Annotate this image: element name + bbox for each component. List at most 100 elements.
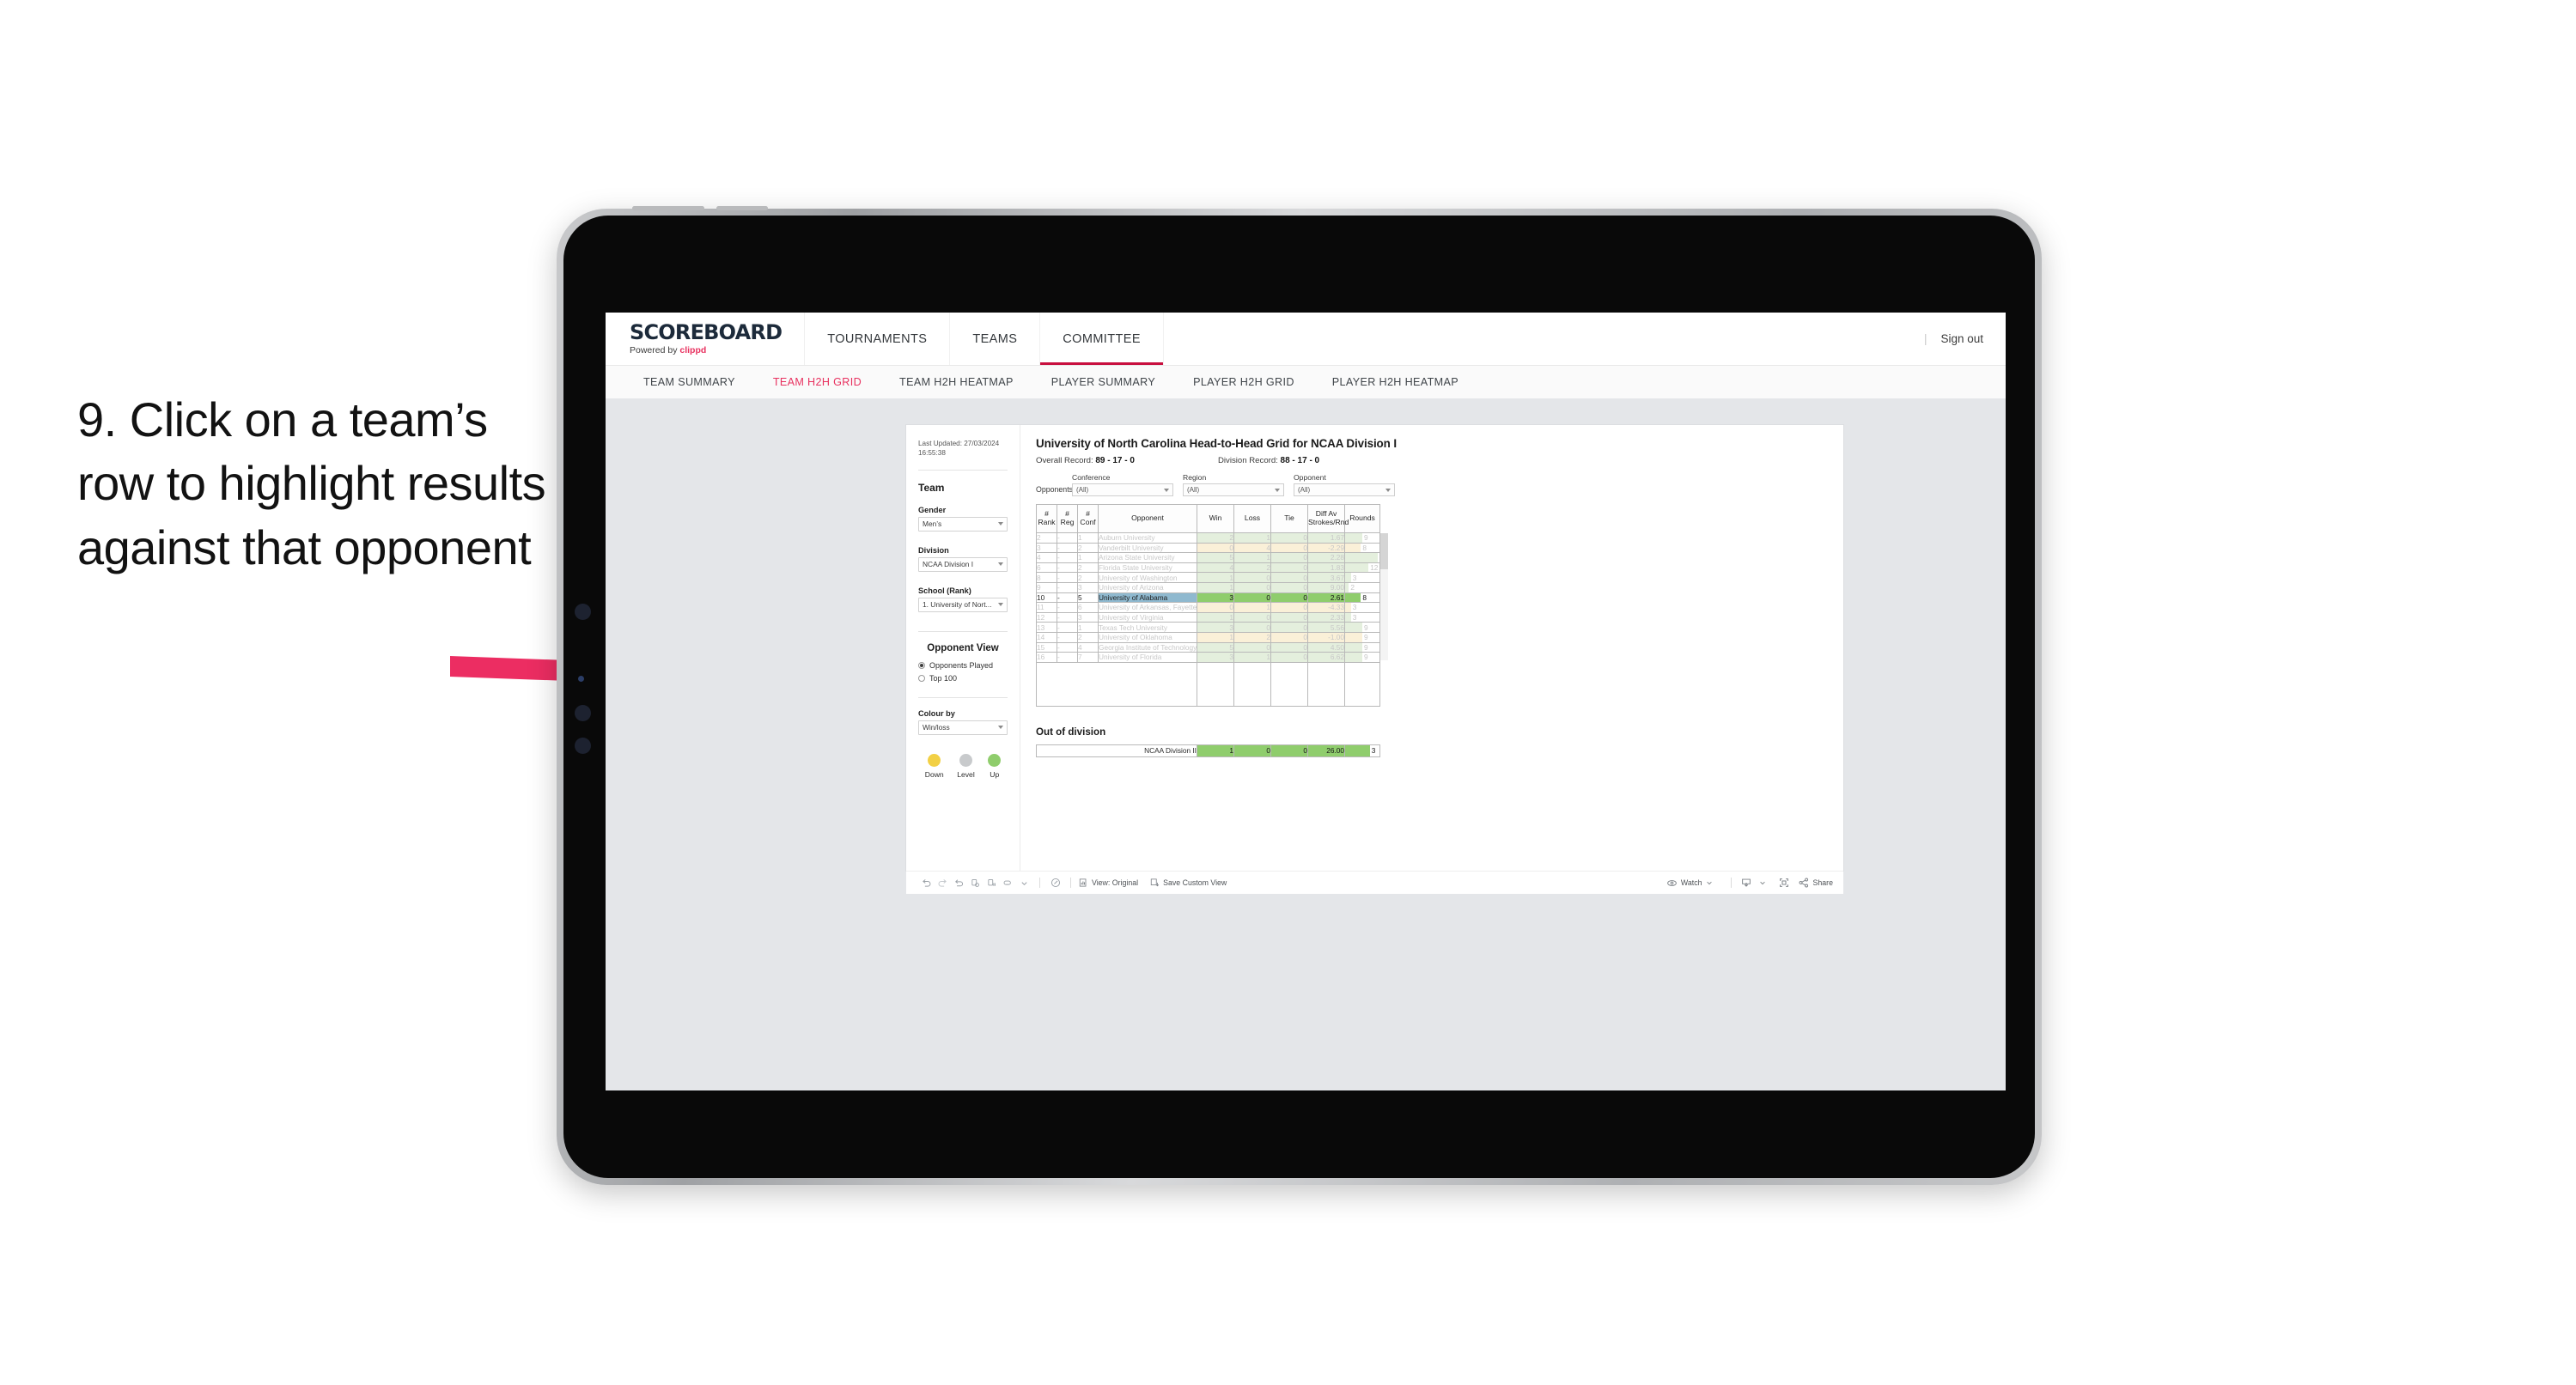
grid-body: 2-1 Auburn University 2 1 0 1.67 9 3-2 Vanderbil…: [1036, 532, 1388, 663]
rounds-bar: [1345, 562, 1369, 573]
cell-tie: 0: [1270, 572, 1308, 583]
cell-tie: 0: [1270, 622, 1308, 633]
table-row[interactable]: 15-4 Georgia Institute of Technology 5 0 0 4.…: [1036, 641, 1380, 653]
cell-win: 0: [1197, 542, 1234, 554]
grid-vertical-scrollbar[interactable]: [1380, 533, 1388, 660]
nav-tournaments[interactable]: TOURNAMENTS: [805, 313, 951, 365]
table-row[interactable]: 11-6University of Arkansas, Fayetteville…: [1036, 602, 1380, 613]
opponent-filter-select[interactable]: (All): [1294, 483, 1395, 496]
last-updated-time: 16:55:38: [918, 449, 946, 458]
cell-rank: 15: [1036, 641, 1057, 653]
refresh-icon[interactable]: [967, 875, 984, 891]
divider-2: [918, 630, 1008, 632]
cell-loss: 4: [1233, 542, 1271, 554]
out-of-division-row[interactable]: NCAA Division II 1 0 0 26.00 3: [1036, 744, 1380, 757]
table-row[interactable]: 16-7 University of Florida 3 1 0 6.62 9: [1036, 652, 1380, 663]
undo-icon[interactable]: [918, 875, 935, 891]
view-original-button[interactable]: View: Original: [1078, 878, 1138, 888]
table-row[interactable]: 13-1 Texas Tech University 3 0 0 5.56 9: [1036, 622, 1380, 633]
chevron-down-icon: [998, 562, 1003, 567]
redo-icon[interactable]: [935, 875, 951, 891]
subnav-player-h2h-grid[interactable]: PLAYER H2H GRID: [1174, 376, 1313, 388]
subnav-team-h2h-grid[interactable]: TEAM H2H GRID: [754, 376, 880, 388]
cell-win: 3: [1197, 622, 1234, 633]
conference-filter-value: (All): [1076, 486, 1089, 494]
sign-out-link[interactable]: Sign out: [1940, 332, 1983, 345]
conference-filter-select[interactable]: (All): [1072, 483, 1173, 496]
header-divider: |: [1923, 332, 1927, 345]
save-custom-view-button[interactable]: Save Custom View: [1149, 878, 1227, 888]
subnav-player-h2h-heatmap[interactable]: PLAYER H2H HEATMAP: [1313, 376, 1477, 388]
school-select[interactable]: 1. University of Nort...: [918, 597, 1008, 612]
division-select[interactable]: NCAA Division I: [918, 556, 1008, 572]
table-row[interactable]: 6-2 Florida State University 4 2 0 1.83 12: [1036, 562, 1380, 574]
cell-rank: 8: [1036, 572, 1057, 583]
filters-label: Opponents:: [1036, 485, 1075, 494]
table-row[interactable]: 2-1 Auburn University 2 1 0 1.67 9: [1036, 532, 1380, 544]
alerts-icon[interactable]: [1047, 875, 1063, 891]
division-record: Division Record: 88 - 17 - 0: [1218, 456, 1319, 465]
cell-reg: -: [1057, 581, 1078, 593]
nav-committee[interactable]: COMMITTEE: [1040, 313, 1164, 365]
cell-tie: 0: [1270, 552, 1308, 563]
cell-tie: 0: [1270, 581, 1308, 593]
cell-opponent: Georgia Institute of Technology: [1098, 641, 1197, 653]
gender-label: Gender: [918, 505, 947, 514]
subnav-team-summary[interactable]: TEAM SUMMARY: [624, 376, 754, 388]
cell-diff: -2.29: [1307, 542, 1345, 554]
cell-conf: 3: [1077, 581, 1099, 593]
viz-main-panel: University of North Carolina Head-to-Hea…: [1020, 425, 1843, 871]
table-row[interactable]: 8-2 University of Washington 1 0 0 3.67 3: [1036, 572, 1380, 583]
h2h-grid-table: # Rank # Reg # Conf Opponent Win Loss Tie Diff Av S…: [1036, 504, 1388, 707]
instruction-annotation: 9. Click on a team’s row to highlight re…: [77, 392, 546, 574]
cell-tie: 0: [1270, 631, 1308, 643]
table-row[interactable]: 3-2 Vanderbilt University 0 4 0 -2.29 8: [1036, 542, 1380, 554]
viz-title: University of North Carolina Head-to-Hea…: [1036, 437, 1397, 450]
nav-teams[interactable]: TEAMS: [950, 313, 1041, 365]
radio-opponents-played[interactable]: Opponents Played: [918, 661, 1008, 670]
table-row[interactable]: 9-3 University of Arizona 1 0 0 9.00 2: [1036, 581, 1380, 593]
subnav-player-summary[interactable]: PLAYER SUMMARY: [1032, 376, 1174, 388]
legend-dot-level: [959, 753, 972, 767]
overall-record-value: 89 - 17 - 0: [1095, 456, 1135, 465]
table-row[interactable]: 14-2 University of Oklahoma 1 2 0 -1.00 9: [1036, 631, 1380, 643]
chevron-down-icon[interactable]: [1016, 875, 1032, 891]
download-icon[interactable]: [1739, 875, 1755, 891]
rounds-bar: [1345, 553, 1379, 562]
table-row[interactable]: 10-5 University of Alabama 3 0 0 2.61 8: [1036, 592, 1380, 604]
table-row[interactable]: 12-3 University of Virginia 1 0 0 2.33 3: [1036, 611, 1380, 623]
colour-by-select[interactable]: Win/loss: [918, 720, 1008, 735]
overall-record: Overall Record: 89 - 17 - 0: [1036, 456, 1218, 465]
radio-top-100[interactable]: Top 100: [918, 674, 1008, 683]
grid-scrollbar-thumb[interactable]: [1380, 533, 1388, 569]
watch-button[interactable]: Watch: [1666, 878, 1713, 889]
subnav-team-h2h-heatmap[interactable]: TEAM H2H HEATMAP: [880, 376, 1032, 388]
chevron-down-icon: [998, 726, 1003, 730]
legend-up: Up: [988, 753, 1002, 779]
gender-value: Men’s: [923, 519, 942, 529]
share-button[interactable]: Share: [1798, 877, 1833, 889]
radio-icon: [918, 674, 925, 682]
brand-logo[interactable]: SCOREBOARD Powered by clippd: [606, 313, 806, 365]
grid-header-rounds: Rounds: [1344, 504, 1380, 533]
revert-icon[interactable]: [951, 875, 967, 891]
front-camera-icon: [575, 604, 591, 620]
cell-rank: 12: [1036, 611, 1057, 623]
top-navigation: TOURNAMENTS TEAMS COMMITTEE: [805, 313, 1164, 365]
fullscreen-icon[interactable]: [1776, 875, 1793, 891]
cell-win: 1: [1197, 581, 1234, 593]
chevron-down-icon: [1275, 488, 1280, 492]
device-layout-icon[interactable]: [1000, 875, 1016, 891]
cell-rank: 13: [1036, 622, 1057, 633]
pause-icon[interactable]: [984, 875, 1000, 891]
rounds-bar: [1345, 653, 1362, 662]
region-filter-select[interactable]: (All): [1183, 483, 1284, 496]
chevron-down-icon: [998, 603, 1003, 607]
filters-sidebar: Last Updated: 27/03/2024 16:55:38 Team G…: [906, 425, 1020, 871]
cell-diff: 6.62: [1307, 652, 1345, 663]
cell-reg: -: [1057, 552, 1078, 563]
chevron-down-icon-2[interactable]: [1755, 875, 1771, 891]
gender-select[interactable]: Men’s: [918, 516, 1008, 532]
cell-tie: 0: [1270, 652, 1308, 663]
table-row[interactable]: 4-1Arizona State University5102.2817: [1036, 552, 1388, 563]
